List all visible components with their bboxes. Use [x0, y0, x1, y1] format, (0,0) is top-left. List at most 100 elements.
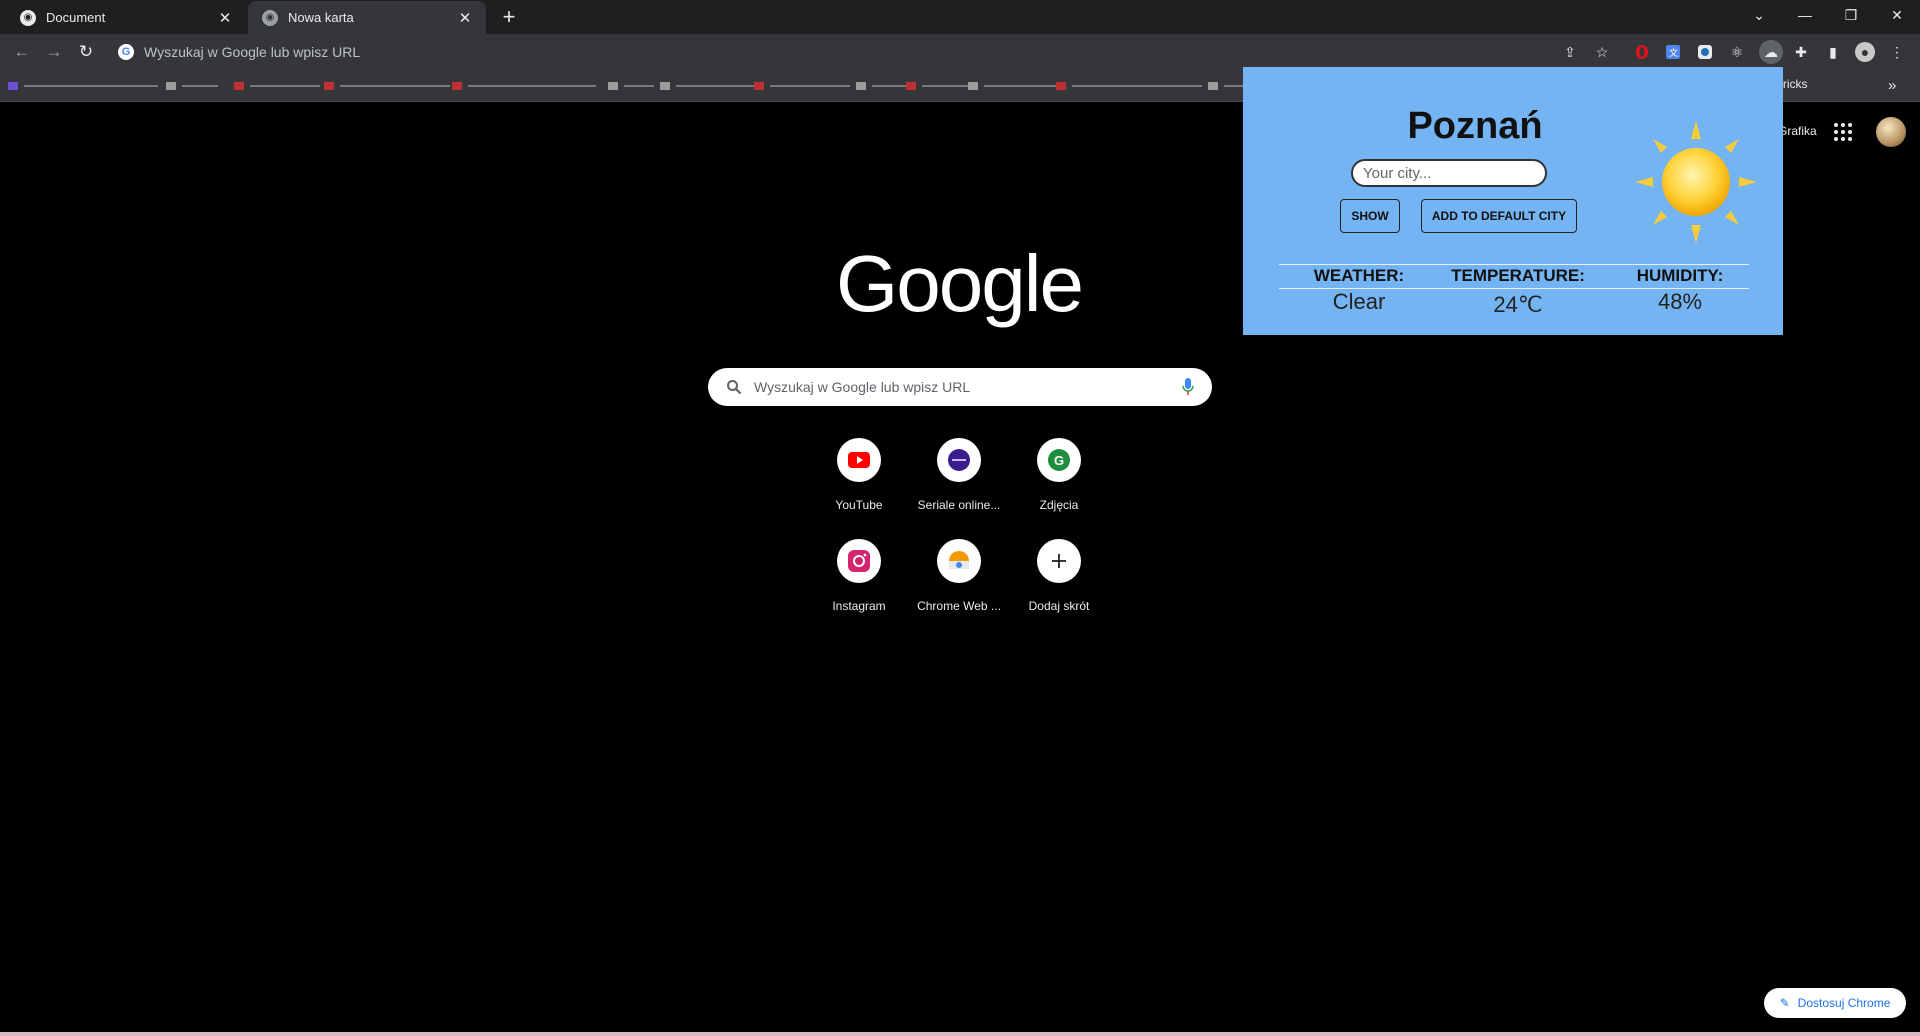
zdjecia-icon: G	[1037, 438, 1081, 482]
bookmark-icon	[234, 82, 244, 90]
images-link[interactable]: Grafika	[1778, 124, 1817, 138]
bookmark-item[interactable]	[754, 82, 850, 90]
bookmark-icon	[754, 82, 764, 90]
tab-nowa-karta[interactable]: ◉ Nowa karta ✕	[248, 1, 486, 34]
shortcut-label: Instagram	[832, 599, 886, 613]
tab-document[interactable]: ◉ Document ✕	[6, 1, 246, 34]
react-devtools-icon[interactable]: ⚛	[1727, 42, 1747, 62]
shortcut-label: Chrome Web ...	[917, 599, 1001, 613]
pencil-icon: ✎	[1779, 996, 1790, 1010]
apps-grid-icon[interactable]	[1832, 121, 1854, 143]
side-panel-icon[interactable]: ▮	[1823, 42, 1843, 62]
weather-header: WEATHER:	[1313, 266, 1405, 285]
shortcut-label: YouTube	[835, 498, 883, 512]
bookmark-icon	[608, 82, 618, 90]
temperature-value: 24℃	[1493, 292, 1543, 317]
weather-extension-icon[interactable]: ☁	[1759, 40, 1783, 64]
search-input[interactable]	[754, 379, 1178, 395]
divider	[1279, 264, 1749, 265]
bookmark-item[interactable]	[452, 82, 596, 90]
bookmarks-overflow-icon[interactable]: »	[1888, 77, 1896, 94]
google-icon: G	[118, 44, 134, 60]
reload-button[interactable]: ↻	[74, 40, 98, 64]
bookmark-item[interactable]	[608, 82, 654, 90]
bookmark-item[interactable]	[906, 82, 972, 90]
humidity-value: 48%	[1657, 289, 1703, 314]
tab-search-icon[interactable]: ⌄	[1736, 0, 1782, 30]
show-button[interactable]: SHOW	[1340, 199, 1400, 233]
add-default-city-button[interactable]: ADD TO DEFAULT CITY	[1421, 199, 1577, 233]
restore-button[interactable]: ❐	[1828, 0, 1874, 30]
shortcut-seriale-online[interactable]: Seriale online...	[909, 430, 1009, 522]
bookmark-item[interactable]	[324, 82, 450, 90]
shortcut-zdjecia[interactable]: G Zdjęcia	[1009, 430, 1109, 522]
shield-extension-icon[interactable]	[1695, 42, 1715, 62]
plus-icon	[1037, 539, 1081, 583]
address-bar[interactable]: G Wyszukaj w Google lub wpisz URL	[110, 37, 1560, 67]
extensions-puzzle-icon[interactable]: ✚	[1791, 42, 1811, 62]
new-tab-button[interactable]: +	[496, 4, 522, 30]
close-icon[interactable]: ✕	[216, 9, 234, 27]
google-logo: Google	[836, 239, 1084, 328]
microphone-icon[interactable]	[1178, 377, 1198, 397]
svg-text:文: 文	[1669, 47, 1678, 58]
seriale-icon	[937, 438, 981, 482]
bookmark-item[interactable]	[8, 82, 158, 90]
shortcut-label: Zdjęcia	[1039, 498, 1079, 512]
chrome-icon: ◉	[262, 9, 278, 26]
instagram-icon	[837, 539, 881, 583]
bookmark-icon	[324, 82, 334, 90]
shortcut-instagram[interactable]: Instagram	[809, 531, 909, 623]
bookmark-item[interactable]	[1056, 82, 1202, 90]
share-icon[interactable]: ⇪	[1560, 42, 1580, 62]
sun-icon	[1635, 121, 1757, 243]
weather-value: Clear	[1332, 289, 1386, 314]
bookmark-item[interactable]	[1208, 82, 1244, 90]
bookmark-icon	[8, 82, 18, 90]
close-icon[interactable]: ✕	[456, 9, 474, 27]
bookmark-item[interactable]	[660, 82, 754, 90]
tab-title: Document	[46, 10, 106, 25]
opera-extension-icon[interactable]	[1632, 42, 1652, 62]
bookmark-item[interactable]	[234, 82, 320, 90]
bookmark-icon	[906, 82, 916, 90]
toolbar: ← → ↻ G Wyszukaj w Google lub wpisz URL …	[0, 34, 1920, 70]
shortcut-label: Seriale online...	[917, 498, 1001, 512]
close-window-button[interactable]: ✕	[1874, 0, 1920, 30]
bookmark-icon	[1208, 82, 1218, 90]
translate-extension-icon[interactable]: 文	[1663, 42, 1683, 62]
bookmark-item[interactable]	[968, 82, 1064, 90]
bookmark-icon	[452, 82, 462, 90]
bottom-edge	[0, 1032, 1920, 1036]
bookmark-item[interactable]	[166, 82, 218, 90]
forward-button[interactable]: →	[42, 40, 66, 64]
shortcut-chrome-web-store[interactable]: Chrome Web ...	[909, 531, 1009, 623]
weather-popup: Poznań SHOW ADD TO DEFAULT CITY WEATHER:…	[1243, 67, 1783, 335]
temperature-header: TEMPERATURE:	[1451, 266, 1585, 285]
humidity-header: HUMIDITY:	[1636, 266, 1724, 285]
bookmark-icon	[166, 82, 176, 90]
tab-title: Nowa karta	[288, 10, 354, 25]
back-button[interactable]: ←	[10, 40, 34, 64]
search-box[interactable]	[708, 368, 1212, 406]
customize-chrome-button[interactable]: ✎ Dostosuj Chrome	[1764, 988, 1906, 1018]
minimize-button[interactable]: —	[1782, 0, 1828, 30]
profile-icon[interactable]: ●	[1855, 42, 1875, 62]
bookmark-icon	[660, 82, 670, 90]
customize-label: Dostosuj Chrome	[1797, 996, 1891, 1010]
shortcut-youtube[interactable]: YouTube	[809, 430, 909, 522]
bookmark-icon	[856, 82, 866, 90]
city-title: Poznań	[1407, 105, 1543, 147]
city-input[interactable]	[1351, 159, 1547, 187]
bookmark-item[interactable]	[856, 82, 912, 90]
account-avatar[interactable]	[1876, 117, 1906, 147]
shortcut-add[interactable]: Dodaj skrót	[1009, 531, 1109, 623]
menu-more-icon[interactable]: ⋮	[1887, 42, 1907, 62]
search-icon	[724, 377, 744, 397]
chrome-web-store-icon	[937, 539, 981, 583]
bookmark-star-icon[interactable]: ☆	[1592, 42, 1612, 62]
youtube-icon	[837, 438, 881, 482]
shortcut-label: Dodaj skrót	[1028, 599, 1090, 613]
bookmark-icon	[1056, 82, 1066, 90]
globe-icon: ◉	[20, 9, 36, 26]
